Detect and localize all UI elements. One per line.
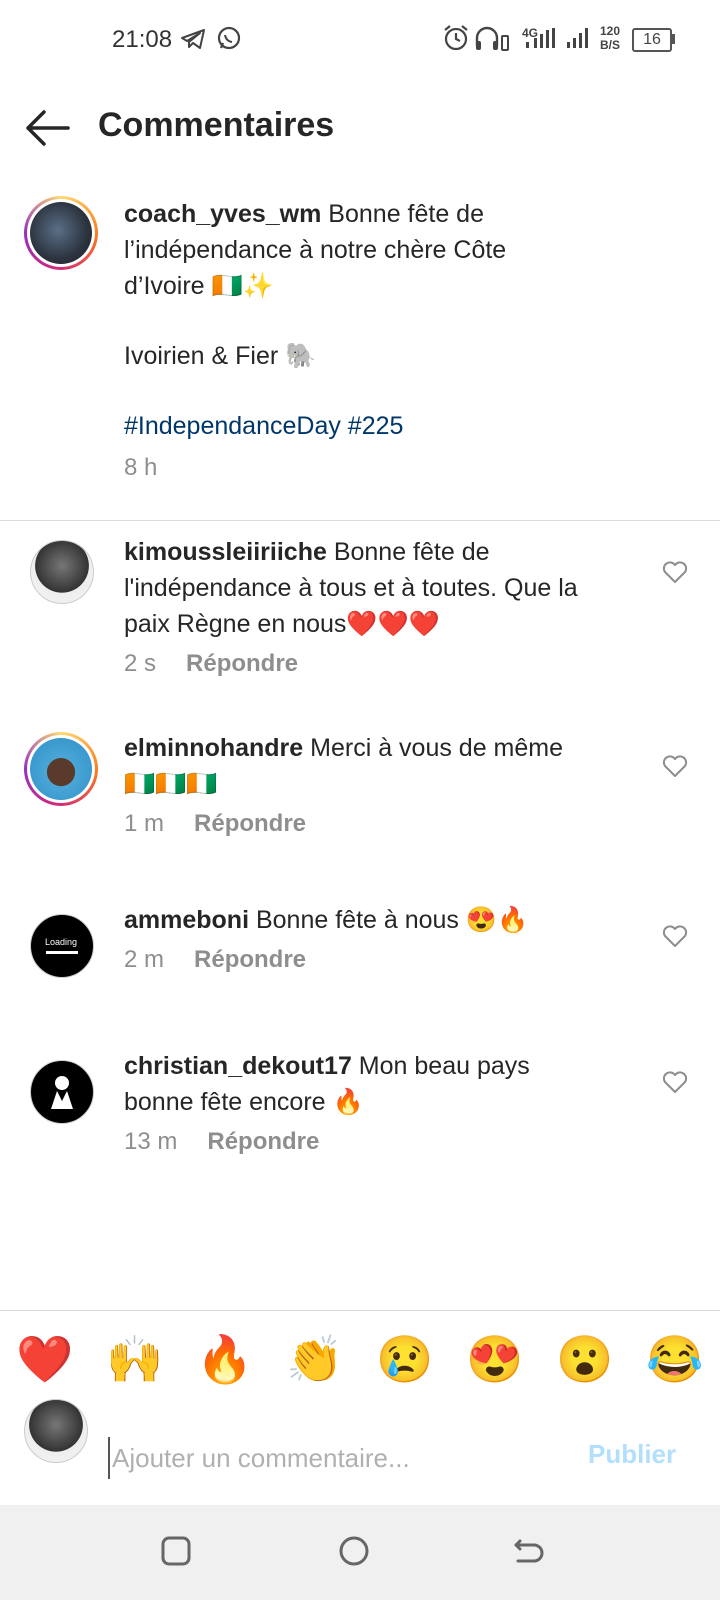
signal-icon-2 bbox=[567, 28, 588, 48]
comment-input[interactable] bbox=[108, 1437, 564, 1479]
user-avatar bbox=[24, 1399, 88, 1463]
reaction-heart[interactable]: ❤️ bbox=[16, 1331, 73, 1387]
home-icon[interactable] bbox=[338, 1535, 370, 1567]
signal-icon bbox=[526, 28, 555, 48]
alarm-icon bbox=[444, 25, 468, 51]
reaction-surprised[interactable]: 😮 bbox=[556, 1331, 613, 1387]
comment-composer: Publier bbox=[0, 1399, 720, 1505]
avatar-loading-text: Loading bbox=[45, 937, 78, 947]
reply-button[interactable]: Répondre bbox=[194, 946, 306, 973]
battery-icon: 16 bbox=[632, 28, 672, 52]
comment-time: 2 s bbox=[124, 650, 157, 677]
heart-icon[interactable] bbox=[662, 924, 688, 948]
comment-meta: 2 m Répondre bbox=[124, 946, 306, 974]
caption-username[interactable]: coach_yves_wm bbox=[124, 200, 321, 228]
comment-username[interactable]: christian_dekout17 bbox=[124, 1052, 352, 1080]
publish-button[interactable]: Publier bbox=[588, 1439, 676, 1470]
avatar[interactable]: Loading bbox=[30, 914, 94, 978]
comment-username[interactable]: elminnohandre bbox=[124, 734, 303, 762]
whatsapp-icon bbox=[217, 26, 241, 50]
reaction-clap[interactable]: 👏 bbox=[286, 1331, 343, 1387]
heart-icon[interactable] bbox=[662, 560, 688, 584]
caption-avatar[interactable] bbox=[24, 196, 98, 270]
comment-time: 1 m bbox=[124, 810, 165, 837]
comment-username[interactable]: ammeboni bbox=[124, 906, 249, 934]
reaction-fire[interactable]: 🔥 bbox=[196, 1331, 253, 1387]
reaction-crying[interactable]: 😢 bbox=[376, 1331, 433, 1387]
avatar[interactable] bbox=[24, 732, 98, 806]
reply-button[interactable]: Répondre bbox=[194, 810, 306, 837]
reaction-heart-eyes[interactable]: 😍 bbox=[466, 1331, 523, 1387]
post-caption: coach_yves_wm Bonne fête de l’indépendan… bbox=[0, 190, 720, 521]
quick-reactions-bar: ❤️ 🙌 🔥 👏 😢 😍 😮 😂 bbox=[0, 1310, 720, 1408]
battery-level: 16 bbox=[643, 31, 661, 48]
avatar[interactable] bbox=[30, 1060, 94, 1124]
comment-meta: 2 s Répondre bbox=[124, 650, 298, 678]
comment-text: kimoussleiiriiche Bonne fête de l'indépe… bbox=[124, 538, 578, 638]
comment-meta: 13 m Répondre bbox=[124, 1128, 319, 1156]
heart-icon[interactable] bbox=[662, 1070, 688, 1094]
back-icon[interactable] bbox=[512, 1535, 546, 1567]
comment-meta: 1 m Répondre bbox=[124, 810, 306, 838]
comment-username[interactable]: kimoussleiiriiche bbox=[124, 538, 327, 566]
header: Commentaires bbox=[0, 90, 720, 168]
reaction-raised-hands[interactable]: 🙌 bbox=[106, 1331, 163, 1387]
caption-hashtags[interactable]: #IndependanceDay #225 bbox=[124, 408, 684, 444]
headphones-icon bbox=[475, 26, 509, 51]
reply-button[interactable]: Répondre bbox=[186, 650, 298, 677]
reply-button[interactable]: Répondre bbox=[207, 1128, 319, 1155]
status-bar: 21:08 4G 120 B/S 16 bbox=[0, 0, 720, 80]
page-title: Commentaires bbox=[98, 106, 335, 144]
comment-text: christian_dekout17 Mon beau pays bonne f… bbox=[124, 1052, 530, 1116]
data-speed: 120 B/S bbox=[600, 24, 621, 52]
arrow-left-icon[interactable] bbox=[24, 108, 72, 148]
recent-apps-icon[interactable] bbox=[160, 1535, 192, 1567]
heart-icon[interactable] bbox=[662, 754, 688, 778]
telegram-icon bbox=[181, 29, 205, 49]
caption-time: 8 h bbox=[124, 454, 158, 481]
caption-text: coach_yves_wm Bonne fête de l’indépendan… bbox=[124, 196, 684, 444]
avatar[interactable] bbox=[30, 540, 94, 604]
comment-text: elminnohandre Merci à vous de même 🇨🇮🇨🇮🇨… bbox=[124, 734, 564, 798]
comment-text: ammeboni Bonne fête à nous 😍🔥 bbox=[124, 906, 529, 934]
comment-time: 13 m bbox=[124, 1128, 178, 1155]
comment-time: 2 m bbox=[124, 946, 165, 973]
status-time: 21:08 bbox=[112, 26, 173, 53]
system-nav-bar bbox=[0, 1505, 720, 1600]
reaction-laughing[interactable]: 😂 bbox=[646, 1331, 703, 1387]
